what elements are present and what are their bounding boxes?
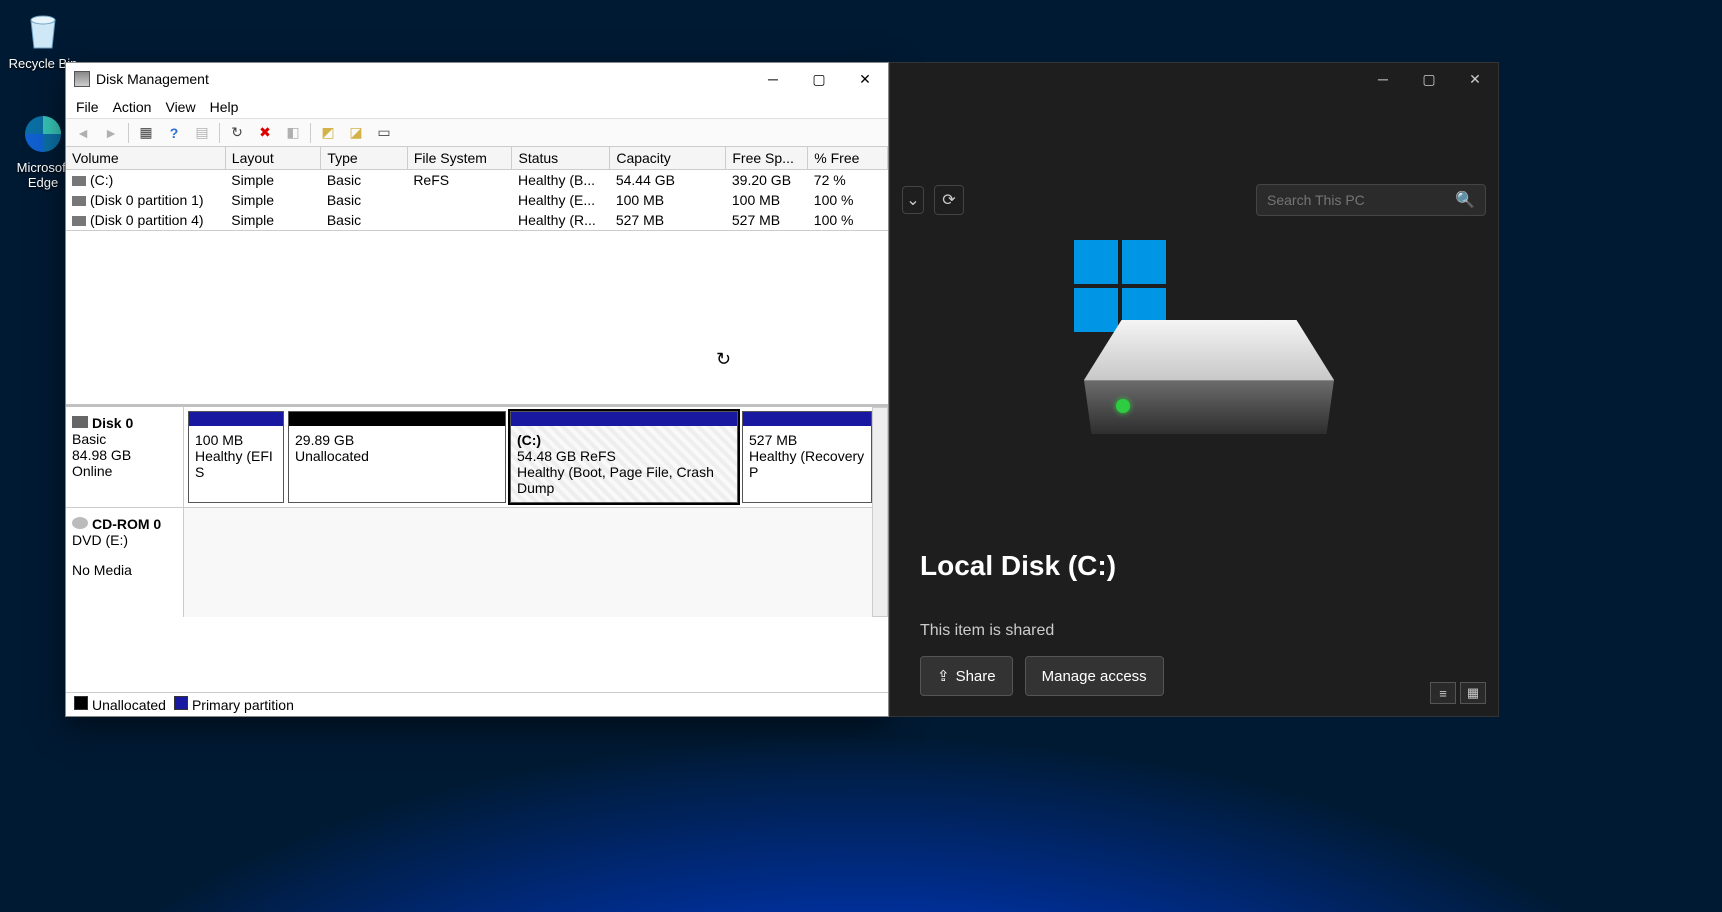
graphics-scrollbar[interactable] bbox=[872, 407, 888, 617]
column-header[interactable]: File System bbox=[407, 147, 512, 170]
menu-view[interactable]: View bbox=[165, 99, 195, 115]
disk-management-window: Disk Management ─ ▢ ✕ File Action View H… bbox=[65, 62, 889, 717]
share-icon: ⇪ bbox=[937, 667, 950, 685]
window-title: Disk Management bbox=[96, 71, 209, 87]
toolbar-list-button[interactable]: ▭ bbox=[373, 122, 395, 144]
partition-block[interactable]: 527 MBHealthy (Recovery P bbox=[742, 411, 872, 503]
volume-icon bbox=[72, 196, 86, 206]
disk-icon bbox=[72, 416, 88, 428]
legend-swatch-unallocated bbox=[74, 696, 88, 710]
back-button: ◄ bbox=[72, 122, 94, 144]
dm-toolbar: ◄ ► ▦ ? ▤ ↻ ✖ ◧ ◩ ◪ ▭ bbox=[66, 119, 888, 147]
help-topics-button[interactable]: ? bbox=[163, 122, 185, 144]
delete-button[interactable]: ✖ bbox=[254, 122, 276, 144]
share-button[interactable]: ⇪Share bbox=[920, 656, 1013, 696]
fx-minimize-button[interactable]: ─ bbox=[1360, 63, 1406, 95]
search-input[interactable] bbox=[1267, 192, 1455, 208]
cdrom-partitions bbox=[184, 508, 888, 617]
edge-icon bbox=[19, 110, 67, 158]
toolbar-settings-b[interactable]: ◪ bbox=[345, 122, 367, 144]
dm-menubar: File Action View Help bbox=[66, 95, 888, 119]
menu-file[interactable]: File bbox=[76, 99, 99, 115]
disk-0-partitions: 100 MBHealthy (EFI S29.89 GBUnallocated(… bbox=[184, 407, 888, 507]
disk-graphics-area: Disk 0 Basic 84.98 GB Online 100 MBHealt… bbox=[66, 407, 888, 692]
refresh-button[interactable]: ⟳ bbox=[934, 185, 964, 215]
minimize-button[interactable]: ─ bbox=[750, 63, 796, 95]
table-row[interactable]: (Disk 0 partition 1)SimpleBasicHealthy (… bbox=[66, 190, 888, 210]
disk-0-row: Disk 0 Basic 84.98 GB Online 100 MBHealt… bbox=[66, 407, 888, 507]
fx-addressbar: ⌄ ⟳ 🔍 bbox=[890, 180, 1498, 220]
refresh-button[interactable]: ↻ bbox=[226, 122, 248, 144]
view-tiles-button[interactable]: ▦ bbox=[1460, 682, 1486, 704]
volume-icon bbox=[72, 176, 86, 186]
legend-swatch-primary bbox=[174, 696, 188, 710]
volume-icon bbox=[72, 216, 86, 226]
column-header[interactable]: Type bbox=[321, 147, 407, 170]
volume-list-area: VolumeLayoutTypeFile SystemStatusCapacit… bbox=[66, 147, 888, 407]
dm-titlebar[interactable]: Disk Management ─ ▢ ✕ bbox=[66, 63, 888, 95]
manage-access-button[interactable]: Manage access bbox=[1025, 656, 1164, 696]
column-header[interactable]: Status bbox=[512, 147, 610, 170]
disk-management-icon bbox=[74, 71, 90, 87]
partition-block[interactable]: (C:)54.48 GB ReFSHealthy (Boot, Page Fil… bbox=[510, 411, 738, 503]
column-header[interactable]: Free Sp... bbox=[726, 147, 808, 170]
search-icon: 🔍 bbox=[1455, 190, 1475, 210]
forward-button: ► bbox=[100, 122, 122, 144]
view-details-button[interactable]: ≡ bbox=[1430, 682, 1456, 704]
toolbar-action-a: ◧ bbox=[282, 122, 304, 144]
menu-help[interactable]: Help bbox=[210, 99, 239, 115]
drive-illustration bbox=[1054, 240, 1334, 450]
table-header-row: VolumeLayoutTypeFile SystemStatusCapacit… bbox=[66, 147, 888, 170]
search-box[interactable]: 🔍 bbox=[1256, 184, 1486, 216]
column-header[interactable]: % Free bbox=[808, 147, 888, 170]
show-hide-console-button[interactable]: ▦ bbox=[135, 122, 157, 144]
fx-close-button[interactable]: ✕ bbox=[1452, 63, 1498, 95]
table-row[interactable]: (C:)SimpleBasicReFSHealthy (B...54.44 GB… bbox=[66, 170, 888, 191]
fx-toolbar bbox=[890, 95, 1498, 180]
dm-legend: Unallocated Primary partition bbox=[66, 692, 888, 716]
partition-block[interactable]: 29.89 GBUnallocated bbox=[288, 411, 506, 503]
fx-maximize-button[interactable]: ▢ bbox=[1406, 63, 1452, 95]
cdrom-0-row: CD-ROM 0 DVD (E:) No Media bbox=[66, 507, 888, 617]
explorer-window: ─ ▢ ✕ ⌄ ⟳ 🔍 Local Disk (C:) This item is… bbox=[889, 62, 1499, 717]
shared-status-text: This item is shared bbox=[920, 622, 1468, 640]
cdrom-icon bbox=[72, 517, 88, 529]
maximize-button[interactable]: ▢ bbox=[796, 63, 842, 95]
disk-0-label[interactable]: Disk 0 Basic 84.98 GB Online bbox=[66, 407, 184, 507]
partition-block[interactable]: 100 MBHealthy (EFI S bbox=[188, 411, 284, 503]
menu-action[interactable]: Action bbox=[113, 99, 152, 115]
drive-led-icon bbox=[1116, 399, 1130, 413]
fx-titlebar[interactable]: ─ ▢ ✕ bbox=[890, 63, 1498, 95]
close-button[interactable]: ✕ bbox=[842, 63, 888, 95]
fx-body: Local Disk (C:) This item is shared ⇪Sha… bbox=[890, 220, 1498, 716]
table-row[interactable]: (Disk 0 partition 4)SimpleBasicHealthy (… bbox=[66, 210, 888, 230]
windows-logo-icon bbox=[1074, 240, 1166, 332]
loading-cursor-icon: ↻ bbox=[716, 349, 731, 370]
drive-heading: Local Disk (C:) bbox=[920, 550, 1468, 582]
column-header[interactable]: Volume bbox=[66, 147, 225, 170]
column-header[interactable]: Layout bbox=[225, 147, 321, 170]
cdrom-0-label[interactable]: CD-ROM 0 DVD (E:) No Media bbox=[66, 508, 184, 617]
volume-table: VolumeLayoutTypeFile SystemStatusCapacit… bbox=[66, 147, 888, 231]
properties-button: ▤ bbox=[191, 122, 213, 144]
recycle-bin-icon bbox=[19, 6, 67, 54]
column-header[interactable]: Capacity bbox=[610, 147, 726, 170]
address-dropdown[interactable]: ⌄ bbox=[902, 186, 924, 214]
toolbar-settings-a[interactable]: ◩ bbox=[317, 122, 339, 144]
